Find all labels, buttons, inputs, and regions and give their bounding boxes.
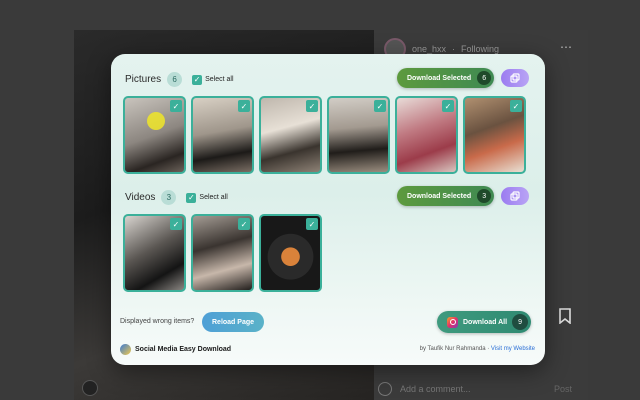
- pictures-grid: ✓ ✓ ✓ ✓ ✓ ✓: [123, 96, 526, 174]
- user-icon[interactable]: [82, 380, 98, 396]
- check-icon[interactable]: ✓: [238, 100, 250, 112]
- videos-select-all[interactable]: ✓ Select all: [186, 192, 228, 203]
- videos-count-badge: 3: [161, 190, 177, 205]
- videos-grid: ✓ ✓ ✓: [123, 214, 322, 292]
- picture-thumb-1[interactable]: ✓: [123, 96, 186, 174]
- instagram-icon: [447, 316, 458, 328]
- check-icon[interactable]: ✓: [170, 218, 182, 230]
- following-label[interactable]: Following: [461, 44, 499, 54]
- check-icon[interactable]: ✓: [170, 100, 182, 112]
- download-modal: Pictures 6 ✓ Select all Download Selecte…: [111, 54, 545, 365]
- username[interactable]: one_hxx: [412, 44, 446, 54]
- wrong-items-text: Displayed wrong items?: [120, 318, 195, 325]
- check-icon[interactable]: ✓: [374, 100, 386, 112]
- download-all-count: 9: [512, 314, 529, 330]
- checkbox-icon[interactable]: ✓: [186, 192, 197, 203]
- more-dots-icon[interactable]: ⋯: [560, 40, 572, 54]
- videos-download-selected-button[interactable]: Download Selected 3: [397, 186, 495, 206]
- post-comment-button[interactable]: Post: [554, 384, 572, 394]
- videos-download-count: 3: [477, 189, 492, 203]
- video-thumb-3[interactable]: ✓: [259, 214, 322, 292]
- picture-thumb-4[interactable]: ✓: [327, 96, 390, 174]
- bookmark-icon[interactable]: [558, 308, 572, 325]
- pictures-title: Pictures: [125, 74, 162, 85]
- pictures-select-all[interactable]: ✓ Select all: [192, 74, 234, 85]
- check-icon[interactable]: ✓: [238, 218, 250, 230]
- check-icon[interactable]: ✓: [442, 100, 454, 112]
- comment-bar: Add a comment... Post: [378, 378, 588, 400]
- videos-header: Videos 3 ✓ Select all: [125, 190, 228, 205]
- picture-thumb-6[interactable]: ✓: [463, 96, 526, 174]
- video-thumb-2[interactable]: ✓: [191, 214, 254, 292]
- app-logo-icon: [120, 344, 131, 355]
- copy-icon: [510, 191, 520, 201]
- app-branding: Social Media Easy Download: [120, 344, 231, 355]
- copy-icon: [510, 73, 520, 83]
- check-icon[interactable]: ✓: [306, 100, 318, 112]
- video-thumb-1[interactable]: ✓: [123, 214, 186, 292]
- picture-thumb-2[interactable]: ✓: [191, 96, 254, 174]
- pictures-count-badge: 6: [167, 72, 183, 87]
- reload-page-button[interactable]: Reload Page: [202, 312, 265, 332]
- pictures-download-selected-button[interactable]: Download Selected 6: [397, 68, 495, 88]
- picture-thumb-3[interactable]: ✓: [259, 96, 322, 174]
- app-name: Social Media Easy Download: [135, 346, 232, 353]
- checkbox-icon[interactable]: ✓: [192, 74, 203, 85]
- download-all-button[interactable]: Download All 9: [437, 311, 532, 333]
- website-link[interactable]: Visit my Website: [491, 346, 535, 352]
- credit-text: by Taufik Nur Rahmanda · Visit my Websit…: [419, 346, 535, 352]
- check-icon[interactable]: ✓: [510, 100, 522, 112]
- videos-copy-button[interactable]: [501, 187, 529, 205]
- pictures-download-count: 6: [477, 71, 492, 85]
- picture-thumb-5[interactable]: ✓: [395, 96, 458, 174]
- videos-title: Videos: [125, 192, 156, 203]
- emoji-icon[interactable]: [378, 382, 392, 396]
- comment-input[interactable]: Add a comment...: [400, 384, 471, 394]
- check-icon[interactable]: ✓: [306, 218, 318, 230]
- pictures-copy-button[interactable]: [501, 69, 529, 87]
- pictures-header: Pictures 6 ✓ Select all: [125, 72, 234, 87]
- cursor-highlight: [147, 112, 165, 130]
